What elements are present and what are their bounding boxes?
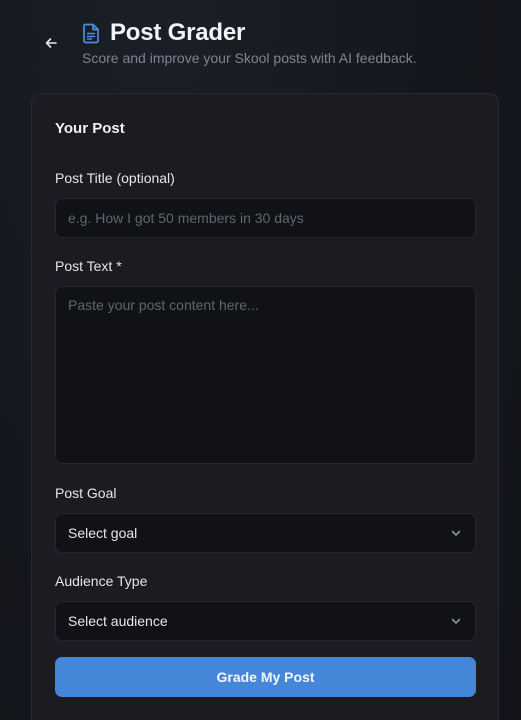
post-goal-value: Select goal: [68, 525, 138, 541]
document-icon: [82, 22, 102, 44]
post-title-label: Post Title (optional): [55, 170, 175, 186]
post-text-label: Post Text *: [55, 258, 122, 274]
grade-my-post-button[interactable]: Grade My Post: [55, 657, 476, 697]
audience-type-value: Select audience: [68, 613, 168, 629]
post-goal-label: Post Goal: [55, 485, 117, 501]
back-button[interactable]: [40, 32, 62, 54]
audience-type-select[interactable]: Select audience: [55, 601, 476, 641]
title-row: Post Grader: [82, 18, 245, 48]
post-text-textarea[interactable]: [55, 286, 476, 464]
chevron-down-icon: [449, 526, 463, 540]
arrow-left-icon: [45, 38, 57, 48]
chevron-down-icon: [449, 614, 463, 628]
page-title: Post Grader: [110, 19, 246, 46]
post-goal-select[interactable]: Select goal: [55, 513, 476, 553]
page-subtitle: Score and improve your Skool posts with …: [82, 50, 417, 66]
post-title-input[interactable]: [55, 198, 476, 238]
card-title: Your Post: [55, 120, 125, 137]
audience-type-label: Audience Type: [55, 573, 148, 589]
page-header: Post Grader Score and improve your Skool…: [0, 0, 521, 90]
